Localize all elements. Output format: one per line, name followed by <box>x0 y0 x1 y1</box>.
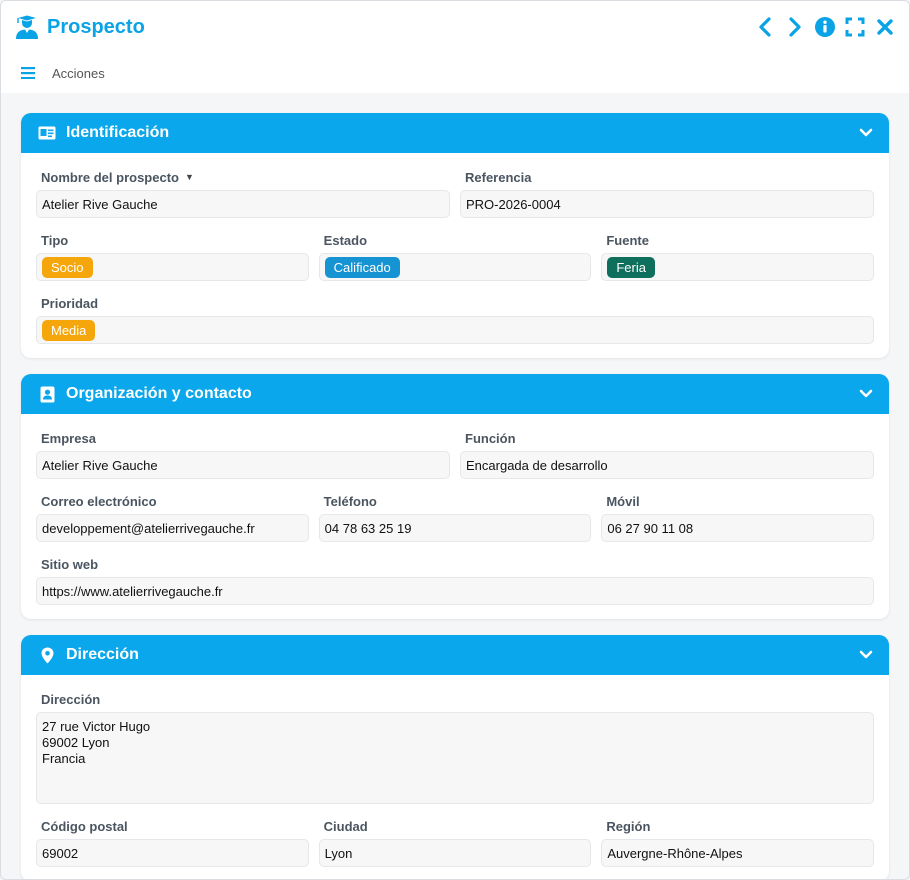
form-row: Sitio web https://www.atelierrivegauche.… <box>36 554 874 605</box>
field-label: Ciudad <box>323 818 368 834</box>
fullscreen-icon[interactable] <box>845 16 865 38</box>
panel-title: Identificación <box>66 124 170 141</box>
form-row: Correo electrónico developpement@atelier… <box>36 491 875 542</box>
chevron-down-icon[interactable] <box>859 389 873 399</box>
field-direccion: Dirección 27 rue Victor Hugo 69002 Lyon … <box>36 689 874 804</box>
panel-header-identificacion[interactable]: Identificación <box>21 113 889 153</box>
field-label: Teléfono <box>323 493 377 509</box>
funcion-input[interactable]: Encargada de desarrollo <box>460 451 874 479</box>
field-empresa: Empresa Atelier Rive Gauche <box>36 428 450 479</box>
field-correo: Correo electrónico developpement@atelier… <box>36 491 309 542</box>
city-field[interactable]: Lyon <box>318 839 592 867</box>
field-estado: Estado Calificado <box>318 230 592 281</box>
field-funcion: Función Encargada de desarrollo <box>460 428 874 479</box>
nombre-input[interactable]: Atelier Rive Gauche <box>36 190 450 218</box>
panel-header-organizacion[interactable]: Organización y contacto <box>21 374 889 414</box>
field-label: Región <box>606 818 651 834</box>
field-label: Referencia <box>465 169 532 185</box>
address-textarea[interactable]: 27 rue Victor Hugo 69002 Lyon Francia <box>36 712 874 804</box>
status-badge: Feria <box>607 256 655 278</box>
field-tipo: Tipo Socio <box>36 230 309 281</box>
panel-body: Nombre del prospecto ▼ Atelier Rive Gauc… <box>21 153 889 358</box>
actions-menu[interactable]: Acciones <box>1 53 909 93</box>
empresa-input[interactable]: Atelier Rive Gauche <box>36 451 450 479</box>
id-card-icon <box>37 126 57 140</box>
referencia-input[interactable]: PRO-2026-0004 <box>460 190 874 218</box>
field-ciudad: Ciudad Lyon <box>318 816 592 867</box>
field-telefono: Teléfono 04 78 63 25 19 <box>318 491 592 542</box>
caret-down-icon[interactable]: ▼ <box>185 172 194 182</box>
panel-header-direccion[interactable]: Dirección <box>21 635 889 675</box>
info-icon[interactable] <box>815 16 835 38</box>
field-web: Sitio web https://www.atelierrivegauche.… <box>36 554 874 605</box>
page-title: Prospecto <box>47 15 145 38</box>
title-bar: Prospecto <box>1 1 909 53</box>
hamburger-icon[interactable] <box>21 67 35 79</box>
form-row: Dirección 27 rue Victor Hugo 69002 Lyon … <box>36 689 874 804</box>
form-row: Tipo Socio Estado Calificado Fuente Feri… <box>36 230 875 281</box>
window-actions <box>755 16 895 38</box>
label-text: Nombre del prospecto <box>41 169 179 185</box>
tipo-select[interactable]: Socio <box>36 253 309 281</box>
mobile-field[interactable]: 06 27 90 11 08 <box>601 514 875 542</box>
region-field[interactable]: Auvergne-Rhône-Alpes <box>601 839 875 867</box>
postal-code-field[interactable]: 69002 <box>36 839 309 867</box>
field-cp: Código postal 69002 <box>36 816 309 867</box>
field-label: Prioridad <box>41 295 99 311</box>
status-badge: Calificado <box>324 256 400 278</box>
phone-field[interactable]: 04 78 63 25 19 <box>318 514 592 542</box>
field-label: Dirección <box>41 691 101 707</box>
form-content: Identificación Nombre del prospecto ▼ At… <box>1 93 909 879</box>
chevron-right-icon[interactable] <box>785 16 805 38</box>
field-label: Móvil <box>606 493 640 509</box>
field-label: Tipo <box>41 232 69 248</box>
field-label: Función <box>465 430 516 446</box>
panel-direccion: Dirección Dirección 27 rue Victor Hugo 6… <box>21 635 889 879</box>
form-row: Prioridad Media <box>36 293 874 344</box>
field-referencia: Referencia PRO-2026-0004 <box>460 167 874 218</box>
field-label: Empresa <box>41 430 96 446</box>
panel-body: Dirección 27 rue Victor Hugo 69002 Lyon … <box>21 675 889 879</box>
student-icon <box>15 14 39 40</box>
panel-title: Dirección <box>66 646 139 663</box>
field-region: Región Auvergne-Rhône-Alpes <box>601 816 875 867</box>
field-label: Fuente <box>606 232 649 248</box>
status-badge: Socio <box>42 256 93 278</box>
panel-organizacion: Organización y contacto Empresa Atelier … <box>21 374 889 619</box>
chevron-down-icon[interactable] <box>859 650 873 660</box>
field-label: Código postal <box>41 818 128 834</box>
field-fuente: Fuente Feria <box>601 230 875 281</box>
chevron-left-icon[interactable] <box>755 16 775 38</box>
email-field[interactable]: developpement@atelierrivegauche.fr <box>36 514 309 542</box>
estado-select[interactable]: Calificado <box>318 253 592 281</box>
field-label: Estado <box>323 232 368 248</box>
close-icon[interactable] <box>875 16 895 38</box>
form-row: Código postal 69002 Ciudad Lyon Región A… <box>36 816 875 867</box>
form-row: Empresa Atelier Rive Gauche Función Enca… <box>36 428 874 479</box>
panel-body: Empresa Atelier Rive Gauche Función Enca… <box>21 414 889 619</box>
map-pin-icon <box>37 647 57 664</box>
chevron-down-icon[interactable] <box>859 128 873 138</box>
status-badge: Media <box>42 319 96 341</box>
field-nombre: Nombre del prospecto ▼ Atelier Rive Gauc… <box>36 167 450 218</box>
prioridad-select[interactable]: Media <box>36 316 874 344</box>
field-label: Nombre del prospecto ▼ <box>36 167 450 187</box>
form-row: Nombre del prospecto ▼ Atelier Rive Gauc… <box>36 167 874 218</box>
website-field[interactable]: https://www.atelierrivegauche.fr <box>36 577 874 605</box>
field-label: Sitio web <box>41 556 99 572</box>
prospect-window: Prospecto Acciones Identificación Nombre… <box>0 0 910 880</box>
panel-identificacion: Identificación Nombre del prospecto ▼ At… <box>21 113 889 358</box>
field-prioridad: Prioridad Media <box>36 293 874 344</box>
field-label: Correo electrónico <box>41 493 157 509</box>
panel-title: Organización y contacto <box>66 385 252 402</box>
fuente-select[interactable]: Feria <box>601 253 875 281</box>
actions-label[interactable]: Acciones <box>52 66 105 81</box>
field-movil: Móvil 06 27 90 11 08 <box>601 491 875 542</box>
contact-book-icon <box>37 386 57 403</box>
